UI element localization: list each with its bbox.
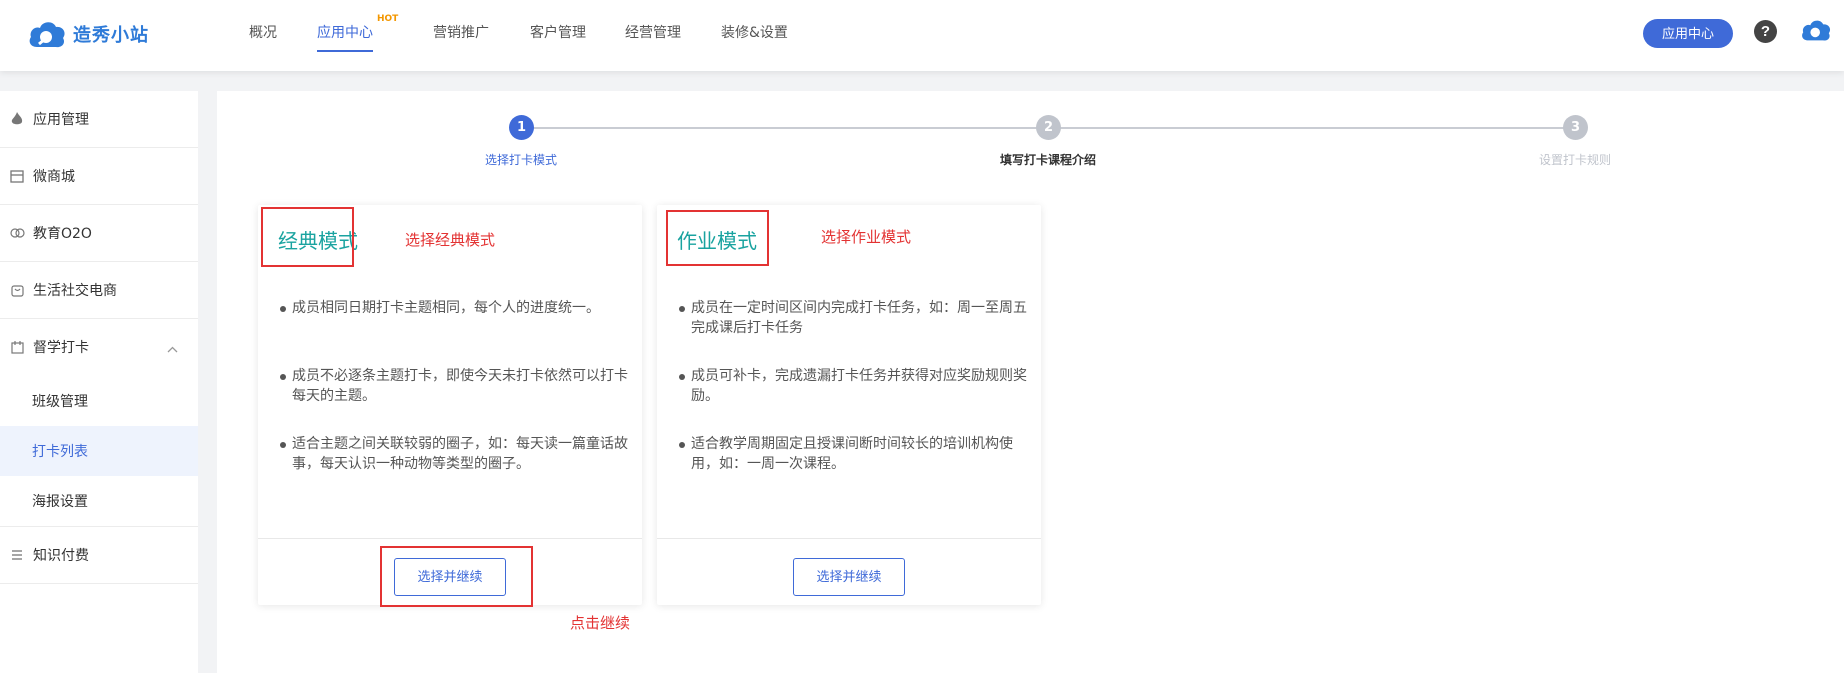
list-icon	[9, 549, 25, 561]
cloud-logo-icon	[29, 22, 65, 48]
store-icon	[9, 169, 25, 183]
sidebar-item-paid-knowledge[interactable]: 知识付费	[0, 526, 198, 584]
card-bullet: 适合教学周期固定且授课间断时间较长的培训机构使用，如：一周一次课程。	[677, 434, 1027, 476]
sidebar-item-education-o2o[interactable]: 教育O2O	[0, 205, 198, 262]
step-2-label: 填写打卡课程介绍	[999, 153, 1097, 167]
nav-overview[interactable]: 概况	[249, 22, 277, 42]
help-icon[interactable]: ?	[1754, 20, 1777, 43]
sidebar-subitem-checkin-list[interactable]: 打卡列表	[0, 426, 198, 476]
annotation-box-homework-title	[666, 210, 769, 266]
card-bullet: 成员在一定时间区间内完成打卡任务，如：周一至周五完成课后打卡任务	[677, 298, 1027, 340]
select-continue-button[interactable]: 选择并继续	[793, 558, 905, 596]
logo-text: 造秀小站	[73, 25, 149, 46]
sidebar-item-label: 知识付费	[33, 548, 89, 564]
hot-badge: HOT	[377, 14, 399, 24]
handshake-icon	[9, 227, 25, 239]
nav-operations[interactable]: 经营管理	[625, 22, 681, 42]
sidebar-subitem-poster-settings[interactable]: 海报设置	[0, 476, 198, 526]
annotation-continue-note: 点击继续	[570, 614, 631, 632]
step-connector	[1060, 127, 1587, 129]
sidebar-item-study-checkin[interactable]: 督学打卡	[0, 319, 198, 375]
annotation-classic-note: 选择经典模式	[405, 231, 496, 249]
sidebar-item-micro-mall[interactable]: 微商城	[0, 148, 198, 205]
main-content: 1 2 3 选择打卡模式 填写打卡课程介绍 设置打卡规则 经典模式 成员相同日期…	[217, 91, 1844, 673]
card-divider	[258, 538, 642, 539]
card-bullet: 成员相同日期打卡主题相同，每个人的进度统一。	[278, 298, 628, 340]
card-bullet: 成员不必逐条主题打卡，即使今天未打卡依然可以打卡每天的主题。	[278, 366, 628, 408]
logo[interactable]: 造秀小站	[27, 17, 149, 51]
sidebar-item-label: 生活社交电商	[33, 283, 117, 299]
card-bullet: 适合主题之间关联较弱的圈子，如：每天读一篇童话故事，每天认识一种动物等类型的圈子…	[278, 434, 628, 476]
card-bullet-list: 成员相同日期打卡主题相同，每个人的进度统一。 成员不必逐条主题打卡，即使今天未打…	[278, 298, 628, 502]
user-avatar-cloud-icon[interactable]	[1800, 16, 1832, 44]
chevron-up-icon[interactable]	[167, 341, 178, 357]
sidebar-item-social-ecommerce[interactable]: 生活社交电商	[0, 262, 198, 319]
annotation-box-continue-button	[380, 546, 533, 607]
annotation-homework-note: 选择作业模式	[821, 228, 912, 246]
step-connector	[533, 127, 1060, 129]
step-1-label: 选择打卡模式	[484, 153, 558, 167]
step-1-dot: 1	[509, 115, 534, 140]
sidebar-item-label: 督学打卡	[33, 340, 89, 356]
nav-decoration-settings[interactable]: 装修&设置	[721, 22, 788, 42]
sidebar-item-label: 教育O2O	[33, 226, 92, 242]
sidebar: 应用管理 微商城 教育O2O 生活社交电商 督学打卡 班级管理 打卡列表 海报设…	[0, 91, 198, 673]
annotation-box-classic-title	[261, 207, 354, 267]
nav-app-center-label: 应用中心	[317, 25, 373, 41]
flame-icon	[9, 112, 25, 126]
card-divider	[657, 538, 1041, 539]
bag-icon	[9, 283, 25, 297]
nav-customers[interactable]: 客户管理	[530, 22, 586, 42]
nav-app-center[interactable]: 应用中心	[317, 22, 373, 52]
sidebar-subitem-class-management[interactable]: 班级管理	[0, 376, 198, 426]
card-bullet-list: 成员在一定时间区间内完成打卡任务，如：周一至周五完成课后打卡任务 成员可补卡，完…	[677, 298, 1027, 502]
sidebar-item-app-management[interactable]: 应用管理	[0, 91, 198, 148]
card-bullet: 成员可补卡，完成遗漏打卡任务并获得对应奖励规则奖励。	[677, 366, 1027, 408]
nav-marketing[interactable]: 营销推广	[433, 22, 489, 42]
step-2-dot: 2	[1036, 115, 1061, 140]
sidebar-item-label: 微商城	[33, 169, 75, 185]
top-navigation-bar: 造秀小站 概况 应用中心 HOT 营销推广 客户管理 经营管理 装修&设置 应用…	[0, 0, 1844, 71]
step-3-label: 设置打卡规则	[1538, 153, 1612, 167]
active-nav-underline	[317, 50, 373, 52]
app-center-button[interactable]: 应用中心	[1643, 19, 1733, 48]
sidebar-item-label: 应用管理	[33, 112, 89, 128]
step-3-dot: 3	[1563, 115, 1588, 140]
calendar-icon	[9, 340, 25, 354]
